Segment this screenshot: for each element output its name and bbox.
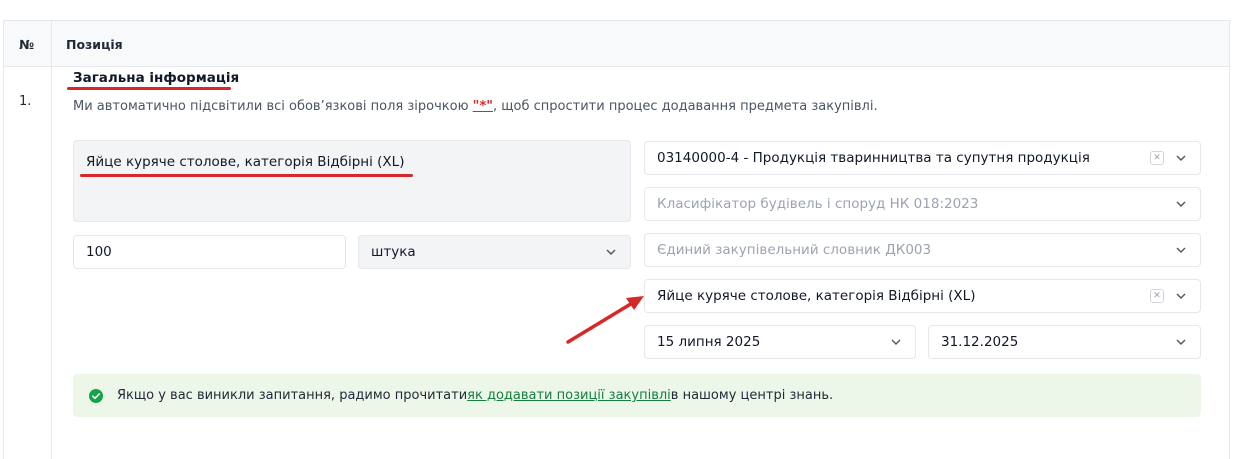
- chevron-down-icon: [1174, 335, 1188, 349]
- description-text-start: Ми автоматично підсвітили всі обов’язков…: [73, 99, 473, 114]
- row-number: 1.: [19, 94, 32, 109]
- chevron-down-icon: [604, 245, 618, 259]
- item-name-textarea[interactable]: Яйце куряче столове, категорія Відбірні …: [73, 140, 631, 222]
- annotation-arrow-icon: [566, 296, 644, 344]
- clear-icon[interactable]: ✕: [1150, 289, 1164, 303]
- header-number: №: [19, 37, 35, 52]
- clear-icon[interactable]: ✕: [1150, 151, 1164, 165]
- chevron-down-icon: [889, 335, 903, 349]
- cpv-select[interactable]: 03140000-4 - Продукція тваринництва та с…: [644, 141, 1201, 175]
- dk003-placeholder: Єдиний закупівельний словник ДК003: [657, 242, 932, 258]
- annotation-underline-title: [67, 87, 231, 90]
- date-to-select[interactable]: 31.12.2025: [928, 325, 1201, 359]
- item-classifier-select[interactable]: Яйце куряче столове, категорія Відбірні …: [644, 279, 1201, 313]
- alert-text-start: Якщо у вас виникли запитання, радимо про…: [117, 388, 468, 403]
- date-from-value: 15 липня 2025: [657, 334, 761, 350]
- chevron-down-icon: [1174, 151, 1188, 165]
- alert-text-end: в нашому центрі знань.: [670, 388, 834, 403]
- help-link[interactable]: як додавати позиції закупівлі: [467, 388, 671, 403]
- item-name-value: Яйце куряче столове, категорія Відбірні …: [86, 154, 405, 170]
- quantity-value: 100: [86, 244, 112, 260]
- required-star-mark: "*": [472, 99, 494, 114]
- dk003-select[interactable]: Єдиний закупівельний словник ДК003: [644, 233, 1201, 267]
- item-classifier-value: Яйце куряче столове, категорія Відбірні …: [657, 288, 976, 304]
- cpv-value: 03140000-4 - Продукція тваринництва та с…: [657, 150, 1090, 166]
- date-to-value: 31.12.2025: [941, 334, 1019, 350]
- unit-value: штука: [371, 244, 416, 260]
- chevron-down-icon: [1174, 289, 1188, 303]
- section-title: Загальна інформація: [73, 70, 240, 86]
- column-divider: [51, 21, 52, 459]
- building-classifier-placeholder: Класифікатор будівель і споруд НК 018:20…: [657, 196, 979, 212]
- unit-select[interactable]: штука: [358, 235, 631, 269]
- chevron-down-icon: [1174, 197, 1188, 211]
- description-text-end: , щоб спростити процес додавання предмет…: [493, 99, 878, 114]
- header-position: Позиція: [66, 37, 123, 52]
- building-classifier-select[interactable]: Класифікатор будівель і споруд НК 018:20…: [644, 187, 1201, 221]
- help-alert: Якщо у вас виникли запитання, радимо про…: [73, 374, 1201, 417]
- section-description: Ми автоматично підсвітили всі обов’язков…: [73, 99, 878, 114]
- quantity-input[interactable]: 100: [73, 235, 346, 269]
- annotation-underline-item-name: [80, 174, 413, 177]
- chevron-down-icon: [1174, 243, 1188, 257]
- table-header: № Позиція: [4, 21, 1229, 67]
- check-circle-icon: [89, 388, 103, 403]
- date-from-select[interactable]: 15 липня 2025: [644, 325, 916, 359]
